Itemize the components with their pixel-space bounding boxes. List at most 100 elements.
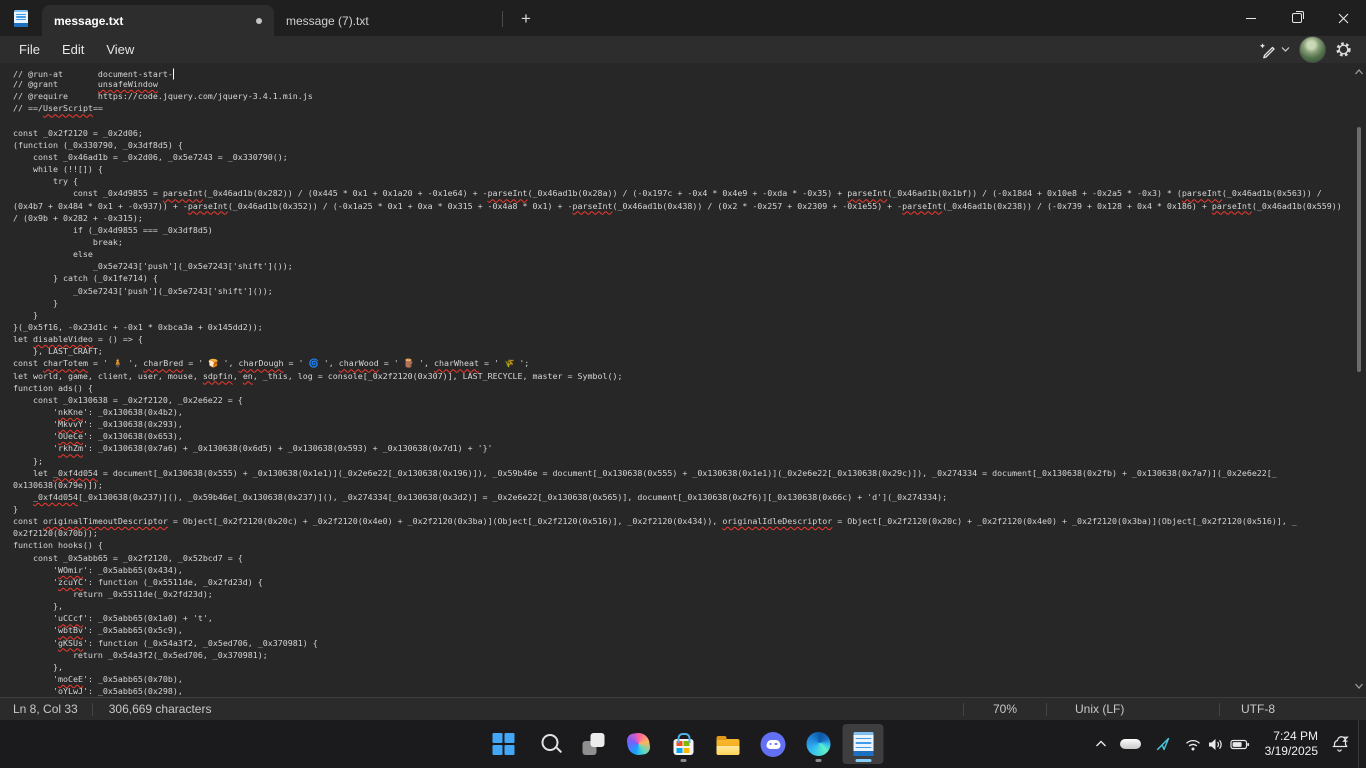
tab-message-txt[interactable]: message.txt (42, 5, 274, 36)
code-line: }, LAST_CRAFT; (13, 346, 103, 357)
taskbar-center-icons (483, 720, 884, 768)
code-line: 0x2f2120(0x70b)); (13, 528, 98, 539)
clock[interactable]: 7:24 PM 3/19/2025 (1256, 729, 1325, 759)
copilot-button[interactable] (618, 724, 659, 764)
task-view-icon (582, 733, 604, 755)
location-arrow-icon (1156, 737, 1169, 751)
tray-date: 3/19/2025 (1264, 744, 1318, 758)
code-line: return _0x54a3f2(_0x5ed706, _0x370981); (13, 649, 268, 660)
bell-dnd-icon (1332, 736, 1349, 752)
location-button[interactable] (1147, 724, 1179, 764)
running-indicator (680, 759, 686, 762)
code-line: 'gKSUs': function (_0x54a3f2, _0x5ed706,… (13, 637, 318, 648)
onedrive-cloud-icon (1120, 734, 1142, 749)
wifi-icon (1185, 739, 1200, 750)
task-view-button[interactable] (573, 724, 614, 764)
scrollbar-thumb[interactable] (1357, 127, 1361, 372)
code-line: 'nkKne': _0x130638(0x4b2), (13, 406, 183, 417)
vertical-scrollbar[interactable] (1352, 63, 1366, 697)
code-line: // @run-at document-start- (13, 68, 175, 80)
cursor-position: Ln 8, Col 33 (13, 702, 78, 716)
code-line: const _0x2f2120 = _0x2d06; (13, 127, 143, 138)
unsaved-indicator-dot (256, 17, 262, 24)
code-line: 'uCCcf': _0x5abb65(0x1a0) + 't', (13, 613, 213, 624)
code-line: let disableVideo = () => { (13, 334, 143, 345)
start-button[interactable] (483, 724, 524, 764)
scroll-up-arrow-icon[interactable] (1355, 68, 1363, 76)
volume-icon (1208, 738, 1222, 750)
onedrive-button[interactable] (1115, 724, 1147, 764)
code-line: 'OUeCe': _0x130638(0x653), (13, 431, 183, 442)
close-button[interactable] (1320, 0, 1366, 36)
taskbar: 7:24 PM 3/19/2025 (0, 720, 1366, 768)
search-button[interactable] (528, 724, 569, 764)
microsoft-store-icon (673, 733, 693, 755)
search-icon (541, 733, 559, 751)
account-avatar[interactable] (1299, 36, 1326, 63)
copilot-icon (625, 731, 651, 757)
windows-logo-icon (492, 733, 514, 755)
code-line: _0xf4d054[_0x130638(0x237)](), _0x59b46e… (32, 491, 948, 502)
code-line: // @require https://code.jquery.com/jque… (13, 91, 313, 102)
edge-button[interactable] (798, 724, 839, 764)
code-line: function ads() { (13, 382, 93, 393)
chevron-down-icon (1281, 47, 1290, 52)
file-explorer-button[interactable] (708, 724, 749, 764)
discord-button[interactable] (753, 724, 794, 764)
code-line: const _0x4d9855 = parseInt(_0x46ad1b(0x2… (13, 188, 1322, 199)
notepad-taskbar-button[interactable] (842, 724, 884, 764)
notepad-icon (853, 732, 873, 757)
code-line: 'rkhZm': _0x130638(0x7a6) + _0x130638(0x… (13, 443, 493, 454)
menu-view[interactable]: View (95, 39, 145, 60)
text-editor[interactable]: // @run-at document-start-// @grant unsa… (0, 63, 1366, 697)
system-tray: 7:24 PM 3/19/2025 (1087, 720, 1364, 768)
code-line: } catch (_0x1fe714) { (13, 273, 158, 284)
titlebar: message.txt message (7).txt + (0, 0, 1366, 36)
code-line: }, (13, 601, 63, 612)
code-line: } (13, 297, 58, 308)
menubar-right-icons (1257, 36, 1366, 63)
folder-icon (716, 736, 740, 755)
menubar: File Edit View (0, 36, 1366, 63)
scroll-down-arrow-icon[interactable] (1355, 682, 1363, 690)
restore-icon (1292, 10, 1304, 23)
code-line: 'wbtBv': _0x5abb65(0x5c9), (13, 625, 183, 636)
edge-icon (806, 732, 830, 756)
network-volume-battery-button[interactable] (1179, 724, 1256, 764)
code-line: } (13, 504, 18, 515)
tab-message-7-txt[interactable]: message (7).txt (274, 5, 502, 36)
minimize-icon (1246, 17, 1256, 19)
window-controls (1228, 0, 1366, 36)
code-line: 'moCeE': _0x5abb65(0x70b), (13, 674, 183, 685)
screen: message.txt message (7).txt + File Edit … (0, 0, 1366, 768)
code-line: 'MkvvY': _0x130638(0x293), (13, 419, 183, 430)
code-line: } (13, 309, 38, 320)
show-desktop-button[interactable] (1358, 720, 1364, 768)
tab-label: message.txt (54, 13, 124, 28)
settings-gear-icon[interactable] (1335, 41, 1352, 58)
tab-divider (502, 11, 503, 27)
notepad-app-icon (0, 0, 42, 36)
new-tab-button[interactable]: + (509, 4, 543, 34)
code-line: let _0xf4d054 = document[_0x130638(0x555… (13, 467, 1277, 478)
line-ending: Unix (LF) (1075, 702, 1125, 716)
tab-label: message (7).txt (286, 13, 369, 28)
code-line: return _0x5511de(_0x2fd23d); (13, 589, 213, 600)
menu-file[interactable]: File (8, 39, 51, 60)
code-line: function hooks() { (13, 540, 103, 551)
running-indicator (815, 759, 821, 762)
code-line: }, (13, 661, 63, 672)
code-line: (0x4b7 + 0x484 * 0x1 + -0x937)) + -parse… (13, 200, 1342, 211)
notification-center-button[interactable] (1325, 724, 1355, 764)
code-line: 'oYLwJ': _0x5abb65(0x298), (13, 686, 183, 697)
menu-edit[interactable]: Edit (51, 39, 95, 60)
code-line: }; (13, 455, 43, 466)
restore-button[interactable] (1274, 0, 1320, 36)
code-line: _0x5e7243['push'](_0x5e7243['shift']()); (13, 285, 273, 296)
minimize-button[interactable] (1228, 0, 1274, 36)
ai-rewrite-button[interactable] (1257, 41, 1290, 59)
hidden-icons-button[interactable] (1087, 724, 1115, 764)
active-app-indicator (855, 759, 871, 762)
microsoft-store-button[interactable] (663, 724, 704, 764)
code-line: 'WOmir': _0x5abb65(0x434), (13, 564, 183, 575)
